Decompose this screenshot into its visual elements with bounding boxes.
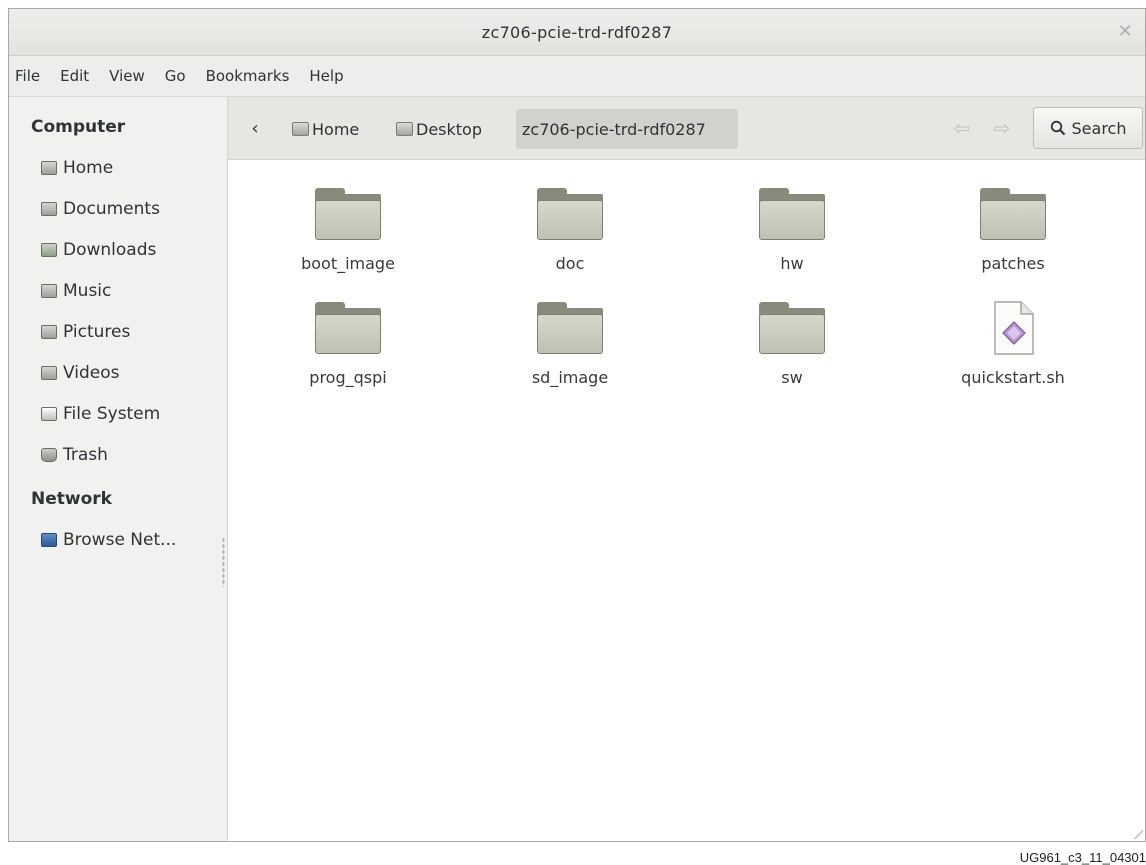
file-item-hw[interactable]: hw	[712, 186, 872, 273]
desktop-folder-icon	[396, 122, 413, 136]
sidebar-item-pictures[interactable]: Pictures	[9, 311, 227, 352]
sidebar-item-label: Pictures	[63, 321, 131, 342]
figure-id: UG961_c3_11_04301	[1019, 850, 1146, 865]
breadcrumb-home[interactable]: Home	[286, 109, 365, 149]
sidebar-item-label: Downloads	[63, 239, 157, 260]
sidebar-item-label: Browse Net...	[63, 529, 177, 550]
network-icon	[41, 532, 57, 547]
music-folder-icon	[41, 283, 57, 298]
menu-edit[interactable]: Edit	[60, 67, 89, 85]
search-icon	[1050, 120, 1065, 136]
search-label: Search	[1071, 118, 1127, 138]
file-name: patches	[981, 254, 1045, 273]
close-button[interactable]: ✕	[1111, 17, 1139, 45]
file-name: prog_qspi	[309, 368, 387, 387]
file-view: boot_image doc hw patches prog_qspi sd_i…	[228, 160, 1145, 841]
breadcrumb-label: Desktop	[416, 119, 482, 139]
folder-icon	[537, 186, 603, 242]
path-back-button[interactable]: ‹	[242, 115, 268, 141]
sidebar-item-label: File System	[63, 403, 161, 424]
computer-section-header: Computer	[31, 117, 126, 137]
history-back-button[interactable]: ⇦	[948, 115, 976, 141]
folder-icon	[537, 300, 603, 356]
sidebar-item-trash[interactable]: Trash	[9, 434, 227, 475]
trash-icon	[41, 447, 57, 462]
breadcrumb-current[interactable]: zc706-pcie-trd-rdf0287	[516, 109, 738, 149]
home-folder-icon	[41, 160, 57, 175]
file-item-patches[interactable]: patches	[933, 186, 1093, 273]
arrow-left-icon: ⇦	[953, 116, 971, 140]
videos-folder-icon	[41, 365, 57, 380]
sidebar-item-documents[interactable]: Documents	[9, 188, 227, 229]
menu-go[interactable]: Go	[165, 67, 186, 85]
menu-view[interactable]: View	[109, 67, 145, 85]
sidebar-item-file-system[interactable]: File System	[9, 393, 227, 434]
sidebar-item-music[interactable]: Music	[9, 270, 227, 311]
breadcrumb-desktop[interactable]: Desktop	[390, 109, 488, 149]
menu-bar: File Edit View Go Bookmarks Help	[9, 56, 1145, 97]
folder-icon	[980, 186, 1046, 242]
sidebar-item-label: Documents	[63, 198, 160, 219]
file-item-doc[interactable]: doc	[490, 186, 650, 273]
file-name: sw	[781, 368, 803, 387]
arrow-right-icon: ⇨	[993, 116, 1011, 140]
sidebar-item-label: Videos	[63, 362, 120, 383]
chevron-left-icon: ‹	[251, 117, 259, 139]
file-name: doc	[555, 254, 585, 273]
search-button[interactable]: Search	[1033, 107, 1143, 149]
sidebar-item-downloads[interactable]: Downloads	[9, 229, 227, 270]
sidebar-resize-handle[interactable]	[222, 537, 225, 587]
file-item-sw[interactable]: sw	[712, 300, 872, 387]
window-resize-grip[interactable]	[1131, 827, 1143, 839]
path-bar: ‹ Home Desktop zc706-pcie-trd-rdf0287 ⇦ …	[228, 97, 1145, 160]
history-forward-button[interactable]: ⇨	[988, 115, 1016, 141]
file-name: boot_image	[301, 254, 395, 273]
folder-icon	[759, 300, 825, 356]
breadcrumb-label: zc706-pcie-trd-rdf0287	[522, 119, 706, 139]
documents-folder-icon	[41, 201, 57, 216]
downloads-folder-icon	[41, 242, 57, 257]
sidebar-item-label: Home	[63, 157, 114, 178]
pictures-folder-icon	[41, 324, 57, 339]
sidebar-item-label: Music	[63, 280, 112, 301]
file-name: hw	[780, 254, 804, 273]
sidebar-item-browse-network[interactable]: Browse Net...	[9, 519, 227, 560]
title-bar[interactable]: zc706-pcie-trd-rdf0287 ✕	[9, 9, 1145, 56]
shell-script-icon	[994, 301, 1034, 355]
network-section-header: Network	[31, 489, 112, 509]
breadcrumb-label: Home	[312, 119, 360, 139]
file-item-prog-qspi[interactable]: prog_qspi	[268, 300, 428, 387]
sidebar-item-label: Trash	[63, 444, 108, 465]
menu-help[interactable]: Help	[309, 67, 343, 85]
folder-icon	[315, 300, 381, 356]
home-folder-icon	[292, 122, 309, 136]
file-manager-window: zc706-pcie-trd-rdf0287 ✕ File Edit View …	[8, 8, 1146, 842]
sidebar-item-home[interactable]: Home	[9, 147, 227, 188]
menu-file[interactable]: File	[15, 67, 40, 85]
drive-icon	[41, 406, 57, 421]
file-name: quickstart.sh	[961, 368, 1065, 387]
file-item-boot-image[interactable]: boot_image	[268, 186, 428, 273]
close-icon: ✕	[1117, 20, 1133, 42]
window-title: zc706-pcie-trd-rdf0287	[481, 22, 673, 42]
sidebar-item-videos[interactable]: Videos	[9, 352, 227, 393]
menu-bookmarks[interactable]: Bookmarks	[206, 67, 290, 85]
folder-icon	[315, 186, 381, 242]
file-item-quickstart-sh[interactable]: quickstart.sh	[933, 300, 1093, 387]
folder-icon	[759, 186, 825, 242]
file-name: sd_image	[531, 368, 609, 387]
file-item-sd-image[interactable]: sd_image	[490, 300, 650, 387]
places-sidebar: Computer Home Documents Downloads Music …	[9, 97, 228, 841]
